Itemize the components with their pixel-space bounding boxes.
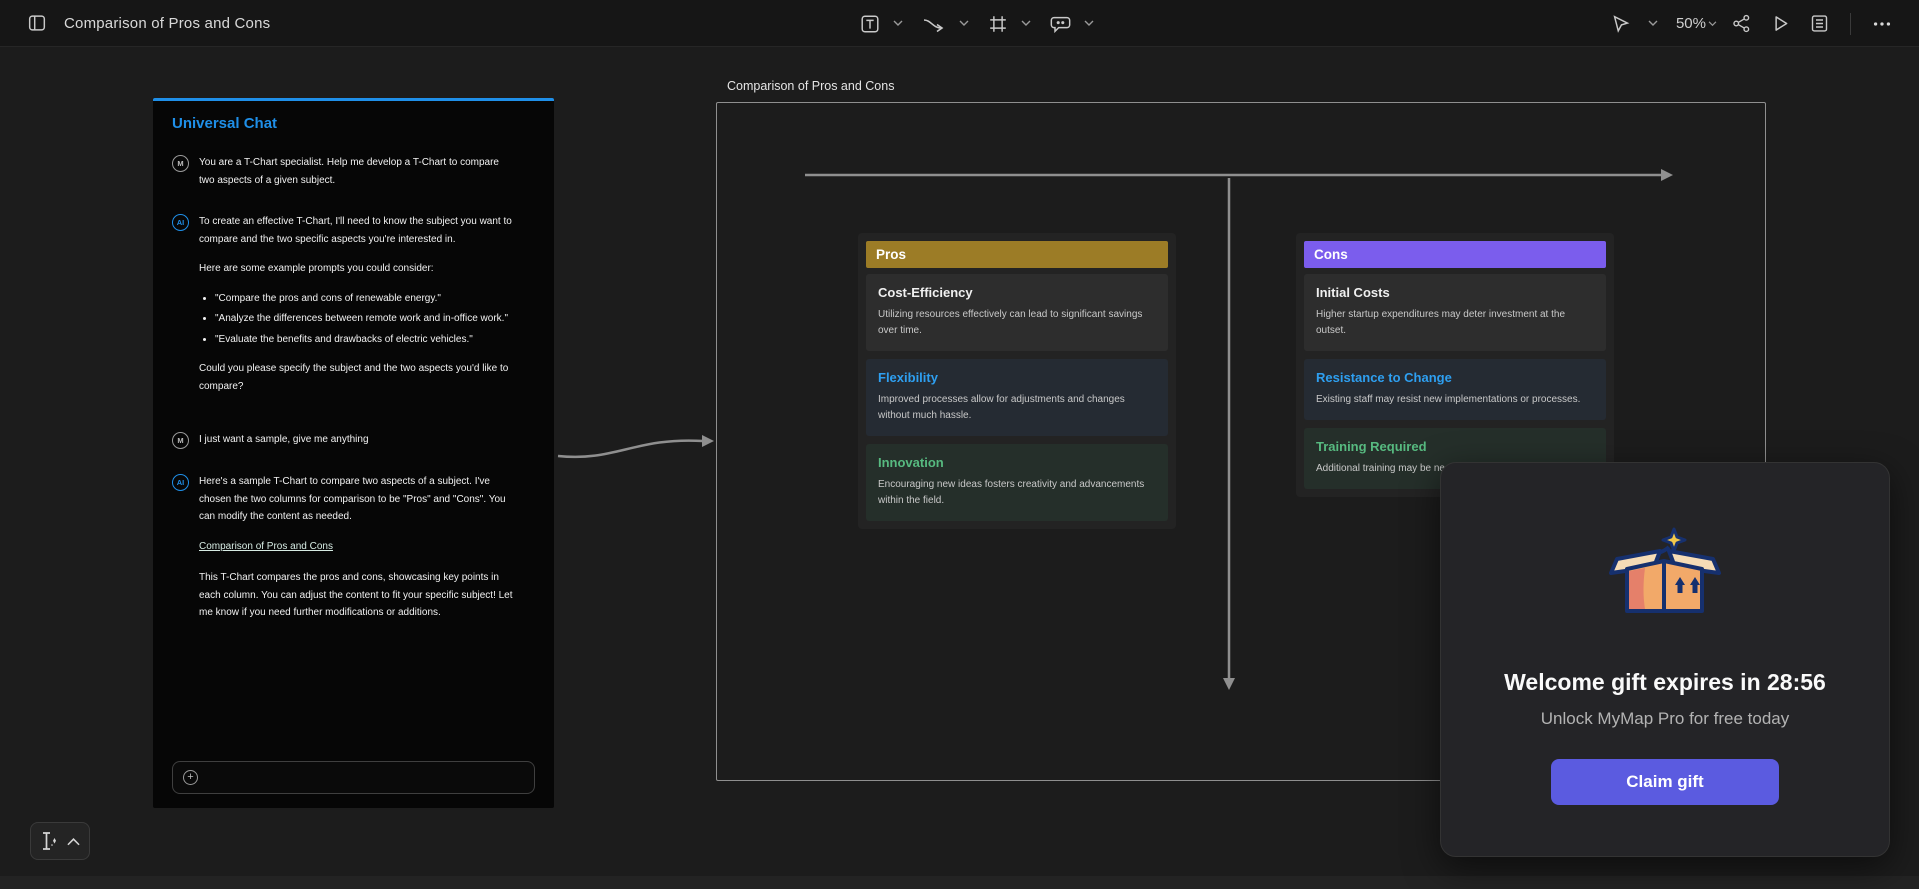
pros-column-header[interactable]: Pros: [866, 241, 1168, 268]
card-description: Encouraging new ideas fosters creativity…: [878, 477, 1156, 509]
chat-message-ai-1: AI To create an effective T-Chart, I'll …: [172, 213, 535, 407]
pros-card-flexibility[interactable]: Flexibility Improved processes allow for…: [866, 359, 1168, 436]
chat-message-user-1: M You are a T-Chart specialist. Help me …: [172, 154, 535, 189]
play-icon: [1770, 13, 1791, 34]
comment-tool-icon: [1049, 13, 1072, 35]
panel-toggle-icon: [26, 12, 48, 34]
attach-plus-icon[interactable]: +: [183, 770, 198, 785]
chat-example-list: "Compare the pros and cons of renewable …: [199, 290, 517, 349]
zoom-level-control[interactable]: 50%: [1676, 15, 1717, 32]
comment-tool-dropdown[interactable]: [1084, 20, 1094, 27]
cons-card-resistance-to-change[interactable]: Resistance to Change Existing staff may …: [1304, 359, 1606, 420]
panel-toggle-button[interactable]: [22, 8, 52, 38]
chat-paragraph: To create an effective T-Chart, I'll nee…: [199, 213, 517, 248]
card-title: Innovation: [878, 455, 1156, 470]
pointer-cursor-icon: [1610, 13, 1632, 35]
tchart-result-link[interactable]: Comparison of Pros and Cons: [199, 538, 333, 556]
card-description: Utilizing resources effectively can lead…: [878, 307, 1156, 339]
connector-tool-icon: [921, 13, 947, 35]
pointer-tool-dropdown[interactable]: [1648, 20, 1658, 27]
chat-list-item: "Analyze the differences between remote …: [215, 310, 517, 328]
gift-box-icon: [1603, 527, 1728, 617]
chat-paragraph: This T-Chart compares the pros and cons,…: [199, 569, 517, 622]
chevron-up-icon: [67, 837, 80, 846]
text-tool-button[interactable]: [855, 9, 885, 39]
app-window: Comparison of Pros and Cons: [0, 0, 1919, 889]
chat-paragraph: Here are some example prompts you could …: [199, 260, 517, 278]
cons-column-header[interactable]: Cons: [1304, 241, 1606, 268]
ai-text-cursor-icon: [40, 830, 60, 852]
card-title: Initial Costs: [1316, 285, 1594, 300]
chevron-down-icon: [1084, 20, 1094, 27]
comment-tool-button[interactable]: [1045, 9, 1076, 39]
card-title: Training Required: [1316, 439, 1594, 454]
document-list-icon: [1809, 13, 1830, 34]
chat-input[interactable]: [206, 772, 524, 784]
document-title: Comparison of Pros and Cons: [64, 15, 270, 32]
frame-tool-button[interactable]: [983, 9, 1013, 39]
zoom-level-value: 50%: [1676, 15, 1706, 32]
card-description: Improved processes allow for adjustments…: [878, 392, 1156, 424]
gift-popup-title: Welcome gift expires in 28:56: [1504, 669, 1826, 696]
pros-card-cost-efficiency[interactable]: Cost-Efficiency Utilizing resources effe…: [866, 274, 1168, 351]
chevron-down-icon: [1021, 20, 1031, 27]
ai-text-widget-toggle[interactable]: [30, 822, 90, 860]
text-tool-icon: [859, 13, 881, 35]
chat-message-ai-2: AI Here's a sample T-Chart to compare tw…: [172, 473, 535, 634]
card-title: Flexibility: [878, 370, 1156, 385]
canvas-bottom-edge: [0, 876, 1919, 889]
frame-tool-dropdown[interactable]: [1021, 20, 1031, 27]
user-avatar: M: [172, 155, 189, 172]
notes-button[interactable]: [1805, 9, 1834, 38]
ai-avatar: AI: [172, 474, 189, 491]
card-title: Cost-Efficiency: [878, 285, 1156, 300]
chat-message-user-2: M I just want a sample, give me anything: [172, 431, 535, 449]
card-description: Existing staff may resist new implementa…: [1316, 392, 1594, 408]
chat-to-frame-connector: [558, 441, 703, 457]
chevron-down-icon: [1708, 21, 1717, 27]
frame-tool-icon: [987, 13, 1009, 35]
ai-avatar: AI: [172, 214, 189, 231]
cons-card-initial-costs[interactable]: Initial Costs Higher startup expenditure…: [1304, 274, 1606, 351]
chat-list-item: "Compare the pros and cons of renewable …: [215, 290, 517, 308]
gift-popup-subtitle: Unlock MyMap Pro for free today: [1541, 709, 1789, 729]
share-button[interactable]: [1727, 9, 1756, 38]
chat-message-text: I just want a sample, give me anything: [199, 431, 517, 449]
share-icon: [1731, 13, 1752, 34]
pointer-tool-button[interactable]: [1606, 9, 1636, 39]
chat-list-item: "Evaluate the benefits and drawbacks of …: [215, 331, 517, 349]
user-avatar: M: [172, 432, 189, 449]
frame-label[interactable]: Comparison of Pros and Cons: [727, 79, 894, 93]
chat-message-text: You are a T-Chart specialist. Help me de…: [199, 154, 517, 189]
chat-paragraph: Here's a sample T-Chart to compare two a…: [199, 473, 517, 526]
more-options-button[interactable]: [1867, 9, 1897, 39]
ellipsis-icon: [1871, 13, 1893, 35]
connector-tool-button[interactable]: [917, 9, 951, 39]
chevron-down-icon: [959, 20, 969, 27]
cons-column[interactable]: Cons Initial Costs Higher startup expend…: [1296, 233, 1614, 497]
pros-card-innovation[interactable]: Innovation Encouraging new ideas fosters…: [866, 444, 1168, 521]
pros-column[interactable]: Pros Cost-Efficiency Utilizing resources…: [858, 233, 1176, 529]
chevron-down-icon: [1648, 20, 1658, 27]
top-toolbar: Comparison of Pros and Cons: [0, 0, 1919, 47]
connector-tool-dropdown[interactable]: [959, 20, 969, 27]
chevron-down-icon: [893, 20, 903, 27]
chat-panel-title: Universal Chat: [172, 115, 535, 132]
universal-chat-panel[interactable]: Universal Chat M You are a T-Chart speci…: [153, 98, 554, 808]
toolbar-divider: [1850, 13, 1851, 35]
text-tool-dropdown[interactable]: [893, 20, 903, 27]
claim-gift-button[interactable]: Claim gift: [1551, 759, 1779, 805]
card-description: Higher startup expenditures may deter in…: [1316, 307, 1594, 339]
connector-arrowhead: [702, 435, 714, 447]
present-button[interactable]: [1766, 9, 1795, 38]
card-title: Resistance to Change: [1316, 370, 1594, 385]
chat-input-container[interactable]: +: [172, 761, 535, 794]
chat-paragraph: Could you please specify the subject and…: [199, 360, 517, 395]
welcome-gift-popup: Welcome gift expires in 28:56 Unlock MyM…: [1440, 462, 1890, 857]
